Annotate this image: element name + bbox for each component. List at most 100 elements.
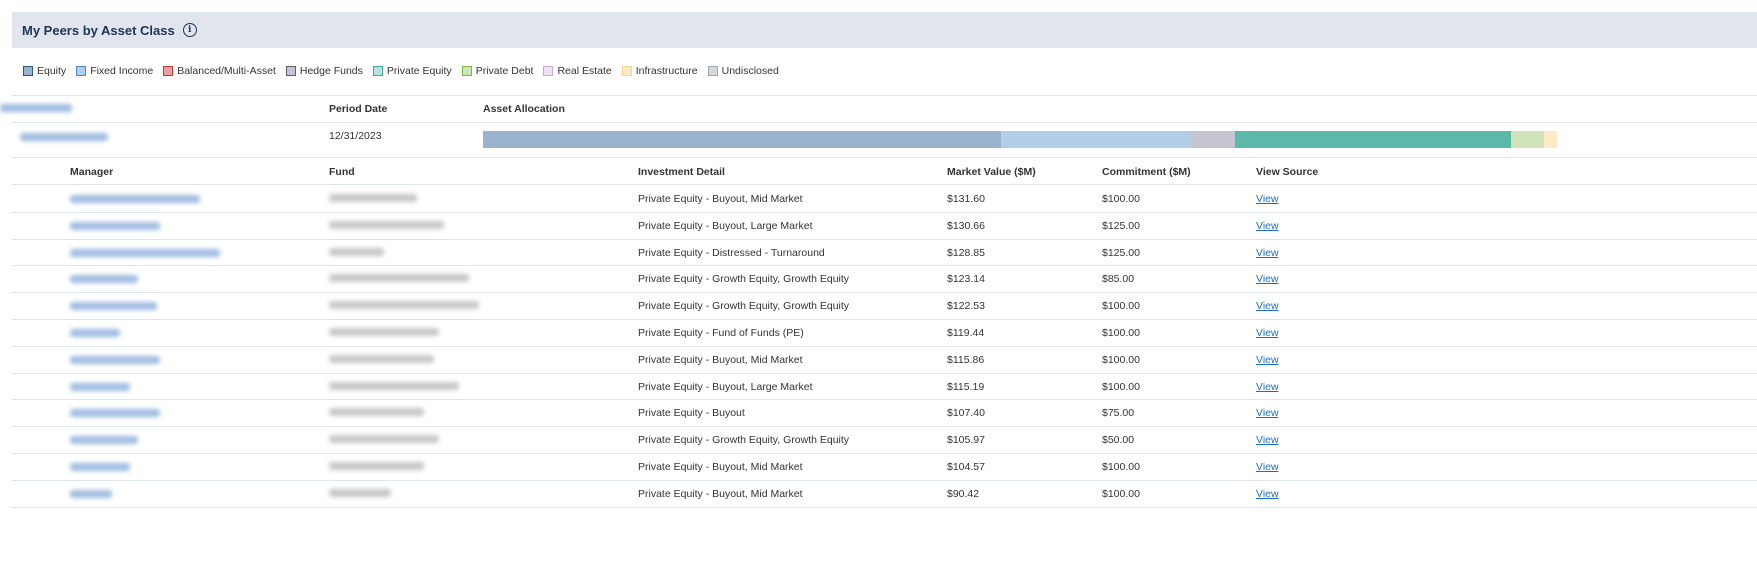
- view-source-link[interactable]: View: [1256, 488, 1279, 500]
- legend-label: Fixed Income: [90, 65, 154, 77]
- fund-name-redacted: [329, 194, 417, 202]
- view-source-link[interactable]: View: [1256, 300, 1279, 312]
- market-value: $90.42: [947, 487, 980, 500]
- view-source-link[interactable]: View: [1256, 193, 1279, 205]
- allocation-segment[interactable]: [1234, 131, 1511, 148]
- divider: [12, 453, 1757, 454]
- divider: [12, 319, 1757, 320]
- manager-header: Manager: [70, 166, 114, 178]
- legend-swatch-icon: [461, 66, 472, 76]
- commitment: $100.00: [1102, 380, 1140, 393]
- investment-detail: Private Equity - Buyout, Large Market: [638, 219, 813, 232]
- divider: [12, 292, 1757, 293]
- market-value: $105.97: [947, 434, 985, 447]
- market-value: $104.57: [947, 461, 985, 473]
- view-source-link[interactable]: View: [1256, 354, 1279, 366]
- commitment: $100.00: [1102, 353, 1140, 366]
- investment-detail: Private Equity - Buyout, Large Market: [638, 380, 813, 393]
- legend-item[interactable]: Private Equity: [372, 65, 452, 77]
- divider: [12, 122, 1757, 123]
- manager-link-redacted[interactable]: [70, 382, 130, 391]
- divider: [12, 346, 1757, 347]
- legend-item[interactable]: Equity: [23, 65, 66, 77]
- legend-label: Real Estate: [557, 65, 612, 77]
- manager-link-redacted[interactable]: [70, 329, 120, 337]
- manager-link-redacted[interactable]: [70, 409, 160, 418]
- view-source-link[interactable]: View: [1256, 461, 1279, 473]
- legend-swatch-icon: [707, 66, 718, 76]
- allocation-segment[interactable]: [1000, 131, 1191, 148]
- divider: [12, 399, 1757, 400]
- investor-name-link-redacted[interactable]: [20, 133, 108, 141]
- fund-name-redacted: [329, 354, 434, 363]
- commitment: $125.00: [1102, 246, 1140, 259]
- period-date: 12/31/2023: [329, 130, 382, 142]
- legend-item[interactable]: Hedge Funds: [285, 65, 363, 77]
- investment-detail: Private Equity - Buyout, Mid Market: [638, 193, 803, 205]
- legend-item[interactable]: Real Estate: [543, 65, 612, 77]
- allocation-segment[interactable]: [1510, 131, 1545, 148]
- legend-item[interactable]: Infrastructure: [621, 65, 698, 77]
- divider: [12, 212, 1757, 213]
- fund-name-redacted: [329, 274, 469, 283]
- manager-link-redacted[interactable]: [70, 248, 220, 257]
- fund-name-redacted: [329, 328, 439, 336]
- view-source-link[interactable]: View: [1256, 220, 1279, 232]
- market-value: $128.85: [947, 246, 985, 259]
- fund-name-redacted: [329, 220, 444, 229]
- manager-link-redacted[interactable]: [70, 221, 160, 230]
- manager-link-redacted[interactable]: [70, 436, 138, 445]
- legend-swatch-icon: [76, 66, 87, 76]
- legend-label: Hedge Funds: [299, 65, 363, 77]
- manager-link-redacted[interactable]: [70, 489, 112, 498]
- view-source-link[interactable]: View: [1256, 434, 1279, 446]
- legend-label: Undisclosed: [721, 65, 779, 77]
- view-source-link[interactable]: View: [1256, 247, 1279, 259]
- legend-swatch-icon: [23, 66, 33, 76]
- fund-name-redacted: [329, 408, 424, 417]
- view-source-link[interactable]: View: [1256, 273, 1279, 285]
- fund-name-redacted: [329, 247, 384, 256]
- commitment: $75.00: [1102, 407, 1135, 420]
- manager-link-redacted[interactable]: [70, 463, 130, 471]
- manager-link-redacted[interactable]: [70, 195, 200, 203]
- legend-swatch-icon: [372, 66, 383, 76]
- divider: [12, 426, 1757, 427]
- manager-link-redacted[interactable]: [70, 355, 160, 364]
- commitment-header: Commitment ($M): [1102, 166, 1191, 178]
- view-source-link[interactable]: View: [1256, 381, 1279, 393]
- legend-label: Equity: [37, 65, 67, 77]
- allocation-segment[interactable]: [483, 131, 1001, 148]
- investment-detail: Private Equity - Growth Equity, Growth E…: [638, 300, 850, 313]
- asset-class-legend: Equity Fixed Income Balanced/Multi-Asset He…: [23, 65, 789, 77]
- legend-item[interactable]: Balanced/Multi-Asset: [163, 65, 276, 77]
- allocation-segment[interactable]: [1190, 131, 1235, 148]
- info-icon[interactable]: i: [182, 23, 197, 37]
- allocation-segment[interactable]: [1544, 131, 1557, 148]
- legend-swatch-icon: [285, 66, 296, 76]
- market-value-header: Market Value ($M): [947, 166, 1036, 178]
- commitment: $100.00: [1102, 300, 1140, 313]
- view-source-link[interactable]: View: [1256, 407, 1279, 419]
- commitment: $100.00: [1102, 461, 1140, 473]
- fund-name-redacted: [329, 488, 391, 497]
- manager-link-redacted[interactable]: [70, 302, 157, 311]
- panel-title: My Peers by Asset Class: [22, 22, 175, 38]
- fund-name-redacted: [329, 462, 424, 470]
- investor-column-header-redacted[interactable]: [0, 104, 72, 112]
- investment-detail: Private Equity - Fund of Funds (PE): [638, 327, 804, 339]
- legend-item[interactable]: Fixed Income: [76, 65, 153, 77]
- commitment: $50.00: [1102, 434, 1135, 447]
- panel-header: My Peers by Asset Class i: [12, 12, 1757, 48]
- legend-item[interactable]: Private Debt: [461, 65, 533, 77]
- fund-header: Fund: [329, 166, 355, 178]
- legend-item[interactable]: Undisclosed: [707, 65, 779, 77]
- market-value: $119.44: [947, 327, 985, 339]
- investment-detail: Private Equity - Buyout: [638, 407, 745, 420]
- manager-link-redacted[interactable]: [70, 275, 138, 284]
- view-source-link[interactable]: View: [1256, 327, 1279, 339]
- legend-label: Balanced/Multi-Asset: [177, 65, 276, 77]
- fund-name-redacted: [329, 381, 459, 390]
- investment-detail: Private Equity - Buyout, Mid Market: [638, 487, 803, 500]
- divider: [12, 480, 1757, 481]
